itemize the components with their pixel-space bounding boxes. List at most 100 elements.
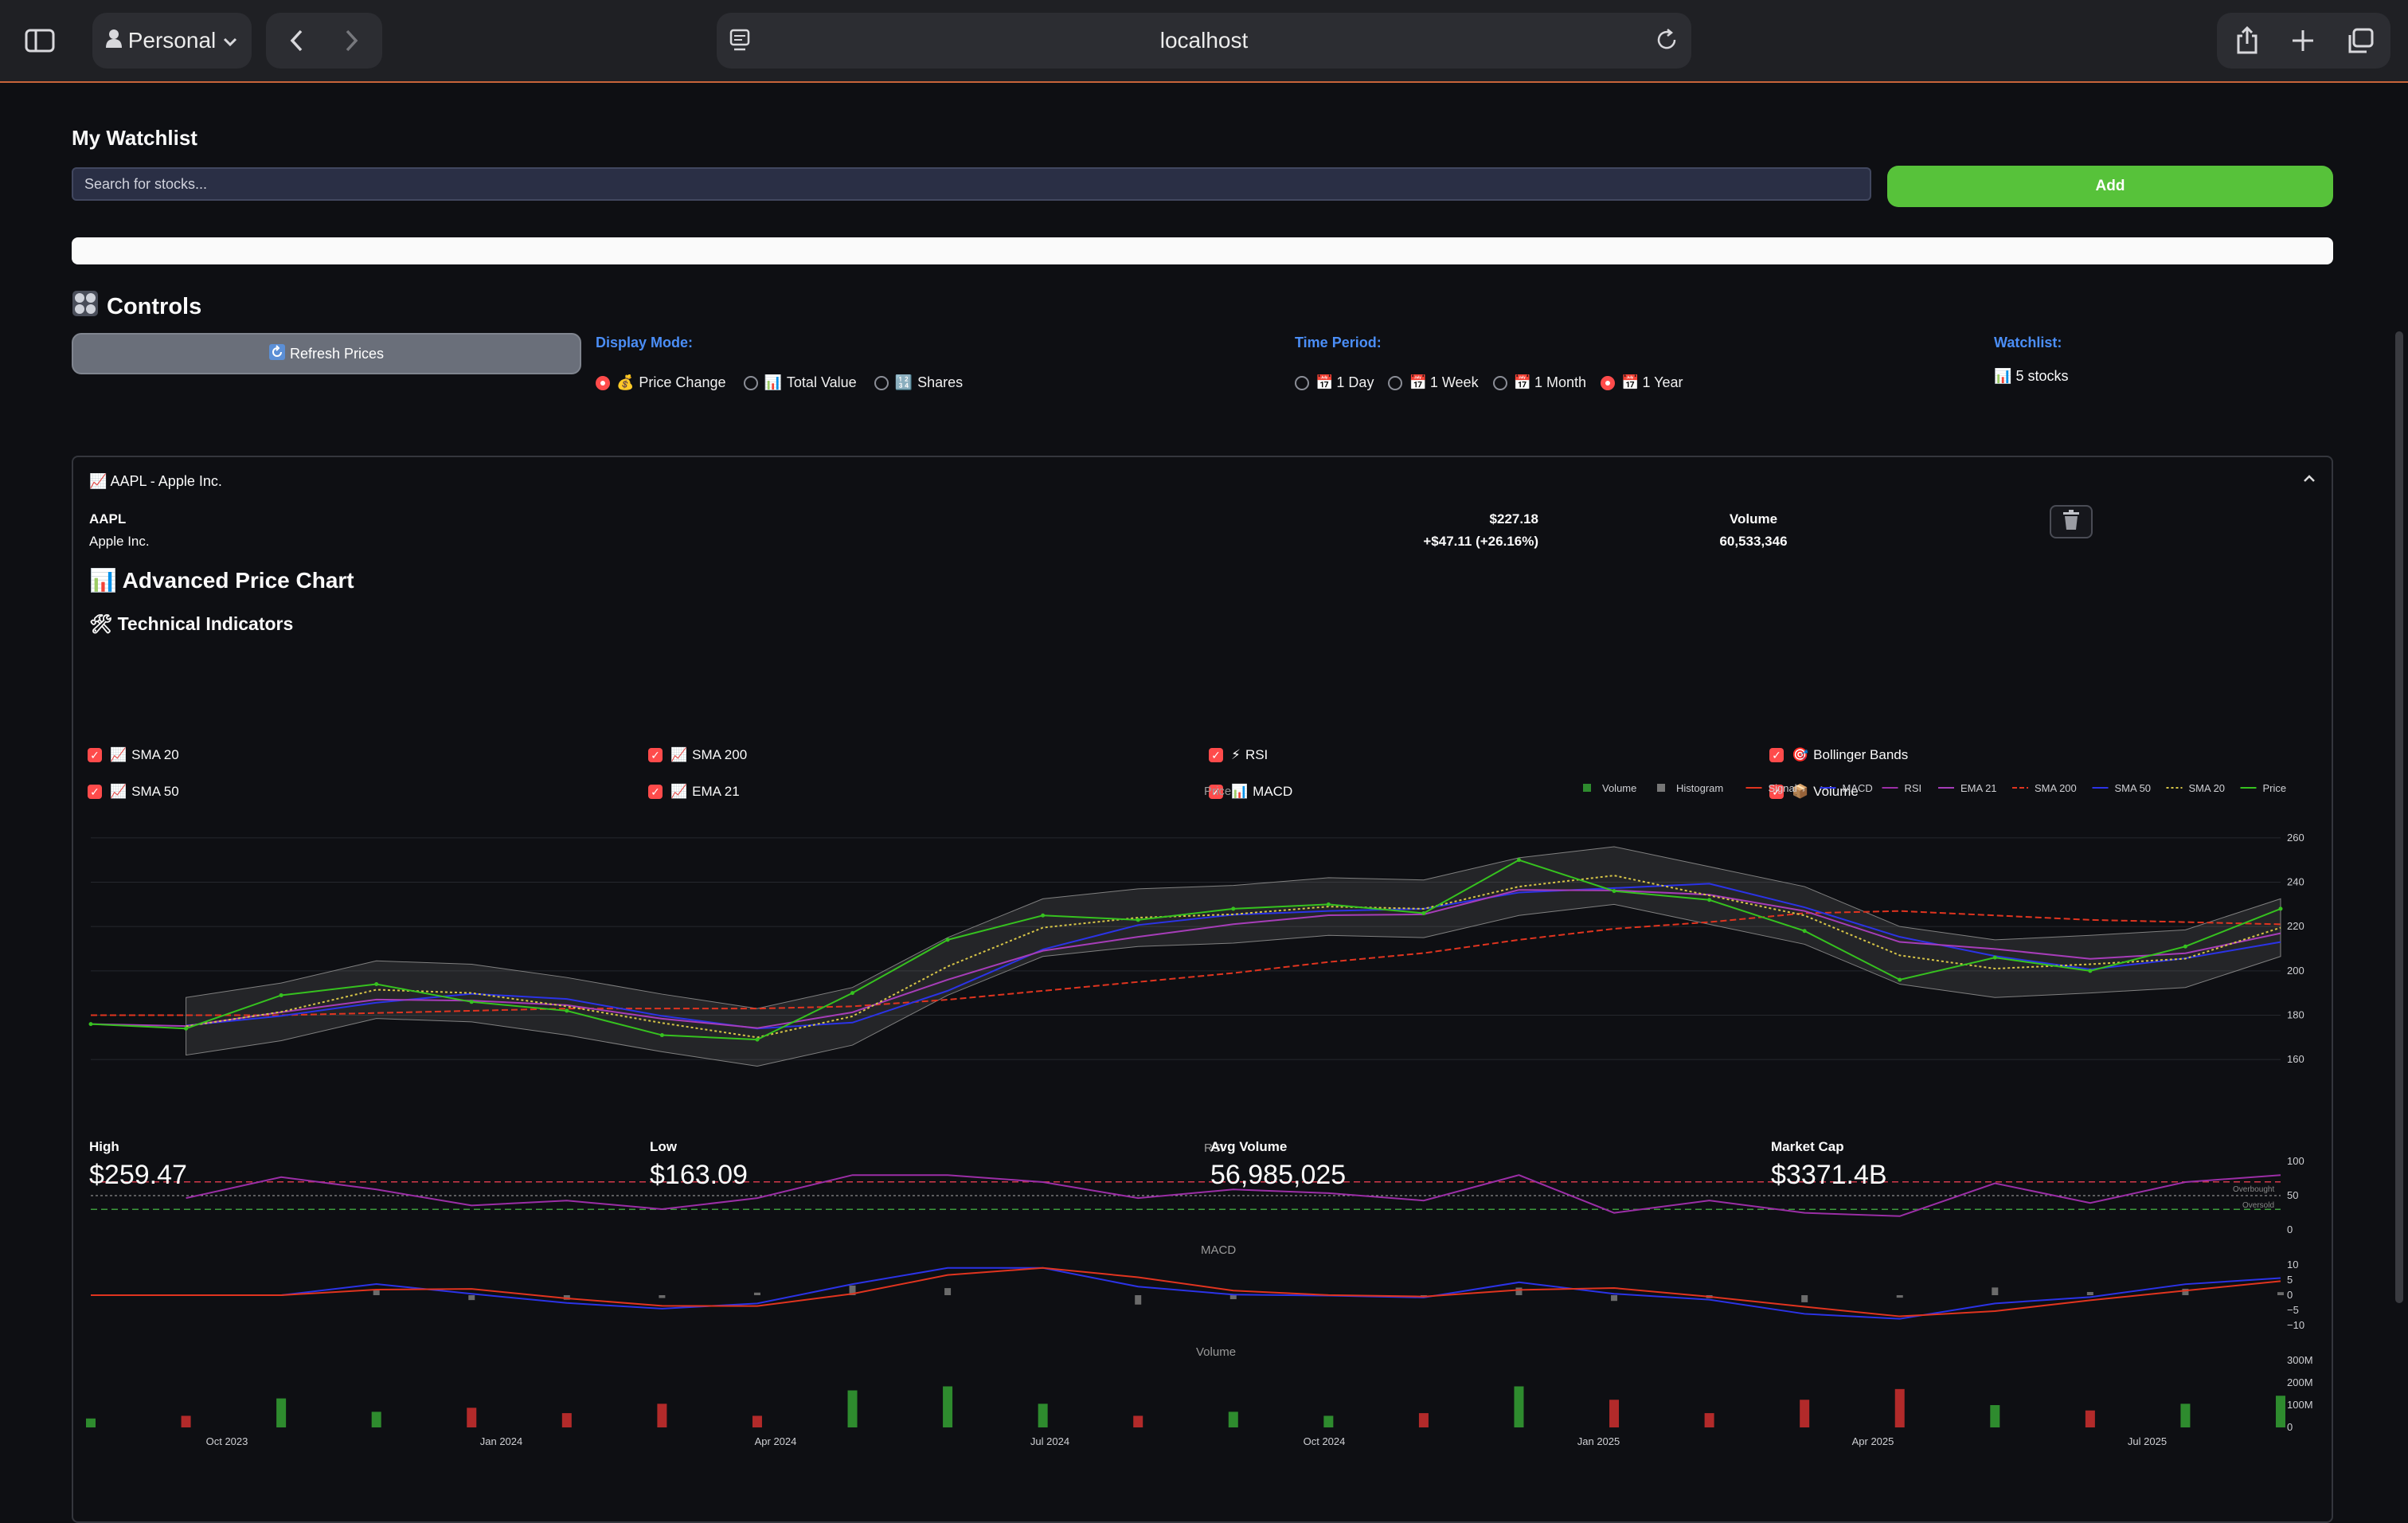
y-tick-label: 200M bbox=[2287, 1376, 2313, 1388]
new-tab-icon[interactable] bbox=[2279, 18, 2327, 64]
macd-histogram-bar bbox=[2277, 1292, 2284, 1295]
radio-1-week[interactable]: 📅 1 Week bbox=[1388, 374, 1479, 391]
stock-name: Apple Inc. bbox=[89, 534, 150, 549]
chart-up-icon: 📈 bbox=[110, 747, 127, 763]
radio-1-year[interactable]: 📅 1 Year bbox=[1601, 374, 1683, 391]
legend-label: SMA 200 bbox=[2035, 784, 2077, 794]
radio-1-month[interactable]: 📅 1 Month bbox=[1492, 374, 1586, 391]
volume-bar bbox=[1228, 1411, 1238, 1427]
volume-bar bbox=[847, 1390, 858, 1427]
volume-bar bbox=[752, 1415, 762, 1427]
radio-button[interactable] bbox=[743, 375, 758, 390]
page-settings-icon[interactable] bbox=[729, 29, 750, 58]
checkbox-sma-200[interactable]: ✓ 📈 SMA 200 bbox=[648, 747, 747, 763]
search-input[interactable] bbox=[72, 167, 1871, 201]
radio-button[interactable] bbox=[1492, 375, 1507, 390]
price-point bbox=[1992, 955, 1997, 960]
check-icon[interactable]: ✓ bbox=[1209, 748, 1223, 762]
sidebar-toggle-icon[interactable] bbox=[16, 18, 64, 64]
technical-indicators-title: Technical Indicators bbox=[117, 613, 294, 634]
technical-chart[interactable]: Volume Histogram Signal MACD RSI EMA 21 SMA 20… bbox=[73, 784, 2332, 1485]
price-point bbox=[279, 992, 283, 997]
y-tick-label: 0 bbox=[2287, 1223, 2293, 1235]
calendar-icon: 📅 bbox=[1409, 374, 1427, 391]
checkbox-label: SMA 200 bbox=[692, 747, 748, 762]
y-tick-label: 300M bbox=[2287, 1354, 2313, 1366]
price-point bbox=[1516, 858, 1521, 863]
lightning-icon: ⚡ bbox=[1231, 747, 1241, 763]
check-icon[interactable]: ✓ bbox=[648, 748, 663, 762]
volume-bar bbox=[1038, 1404, 1048, 1427]
watchlist-count: 📊 5 stocks bbox=[1994, 368, 2068, 385]
radio-price-change[interactable]: 💰 Price Change bbox=[596, 374, 726, 391]
volume-label: Volume bbox=[1729, 511, 1778, 527]
radio-button[interactable] bbox=[1295, 375, 1309, 390]
stock-price: $227.18 bbox=[1489, 511, 1538, 527]
address-bar[interactable]: localhost bbox=[717, 13, 1691, 69]
checkbox-rsi[interactable]: ✓ ⚡ RSI bbox=[1209, 747, 1268, 763]
x-tick-label: Oct 2024 bbox=[1304, 1435, 1346, 1447]
controls-heading: Controls bbox=[72, 290, 201, 323]
price-point bbox=[565, 1008, 569, 1013]
volume-bar bbox=[467, 1408, 477, 1427]
price-point bbox=[2278, 906, 2283, 911]
radio-shares[interactable]: 🔢 Shares bbox=[874, 374, 963, 391]
chevron-up-icon[interactable] bbox=[2303, 470, 2316, 488]
checkbox-bollinger-bands[interactable]: ✓ 🎯 Bollinger Bands bbox=[1769, 747, 1908, 763]
stock-symbol: AAPL bbox=[89, 511, 127, 527]
radio-1-day[interactable]: 📅 1 Day bbox=[1295, 374, 1374, 391]
bollinger-bands bbox=[186, 846, 2281, 1067]
price-point bbox=[1707, 898, 1712, 902]
legend-swatch bbox=[1583, 784, 1591, 792]
forward-icon[interactable] bbox=[330, 18, 374, 64]
trash-icon bbox=[2062, 509, 2080, 534]
refresh-label: Refresh Prices bbox=[289, 345, 385, 362]
price-point bbox=[1898, 977, 1902, 982]
scrollbar[interactable] bbox=[2395, 331, 2403, 1303]
radio-total-value[interactable]: 📊 Total Value bbox=[743, 374, 857, 391]
x-tick-label: Jul 2025 bbox=[2128, 1435, 2167, 1447]
watchlist-title: My Watchlist bbox=[72, 126, 197, 150]
y-tick-label: 240 bbox=[2287, 876, 2304, 888]
reload-icon[interactable] bbox=[1656, 29, 1679, 58]
back-icon[interactable] bbox=[274, 18, 319, 64]
y-tick-label: −5 bbox=[2287, 1304, 2299, 1316]
price-point bbox=[469, 1000, 474, 1004]
check-icon[interactable]: ✓ bbox=[88, 748, 102, 762]
radio-button[interactable] bbox=[1388, 375, 1403, 390]
subplot-title-macd: MACD bbox=[1201, 1243, 1236, 1257]
radio-button[interactable] bbox=[1601, 375, 1616, 390]
price-point bbox=[1326, 902, 1331, 906]
check-icon[interactable]: ✓ bbox=[1769, 748, 1784, 762]
volume-bar bbox=[2085, 1410, 2095, 1427]
radio-button[interactable] bbox=[596, 375, 610, 390]
delete-button[interactable] bbox=[2050, 505, 2093, 538]
legend-label: SMA 50 bbox=[2115, 784, 2152, 794]
radio-button[interactable] bbox=[874, 375, 889, 390]
calendar-icon: 📅 bbox=[1315, 374, 1334, 391]
tab-overview-icon[interactable] bbox=[2336, 18, 2384, 64]
macd-histogram-bar bbox=[1896, 1295, 1903, 1298]
refresh-prices-button[interactable]: Refresh Prices bbox=[72, 333, 581, 374]
price-point bbox=[1802, 929, 1807, 934]
volume-bar bbox=[1704, 1413, 1714, 1427]
stat-market-cap-label: Market Cap bbox=[1771, 1139, 1844, 1154]
x-tick-label: Apr 2024 bbox=[755, 1435, 797, 1447]
radio-label: Price Change bbox=[639, 374, 726, 390]
bar-chart-icon: 📊 bbox=[1994, 368, 2012, 385]
stock-expander-header[interactable]: 📈 AAPL - Apple Inc. bbox=[89, 473, 222, 490]
share-icon[interactable] bbox=[2223, 18, 2271, 64]
volume-bar bbox=[371, 1411, 381, 1427]
chevron-down-icon bbox=[222, 28, 238, 53]
macd-histogram-bar bbox=[753, 1292, 760, 1295]
chart-up-icon: 📈 bbox=[89, 473, 108, 490]
profile-button[interactable]: Personal bbox=[92, 13, 252, 69]
display-mode-group: 💰 Price Change 📊 Total Value 🔢 Shares bbox=[596, 374, 980, 391]
volume-bar bbox=[1990, 1405, 2000, 1427]
add-button[interactable]: Add bbox=[1887, 166, 2333, 207]
radio-label: 1 Day bbox=[1336, 374, 1374, 390]
technical-indicators-heading: 🛠 Technical Indicators bbox=[89, 613, 293, 635]
y-tick-label: 100M bbox=[2287, 1399, 2313, 1411]
legend-label: Volume bbox=[1602, 784, 1636, 794]
checkbox-sma-20[interactable]: ✓ 📈 SMA 20 bbox=[88, 747, 179, 763]
